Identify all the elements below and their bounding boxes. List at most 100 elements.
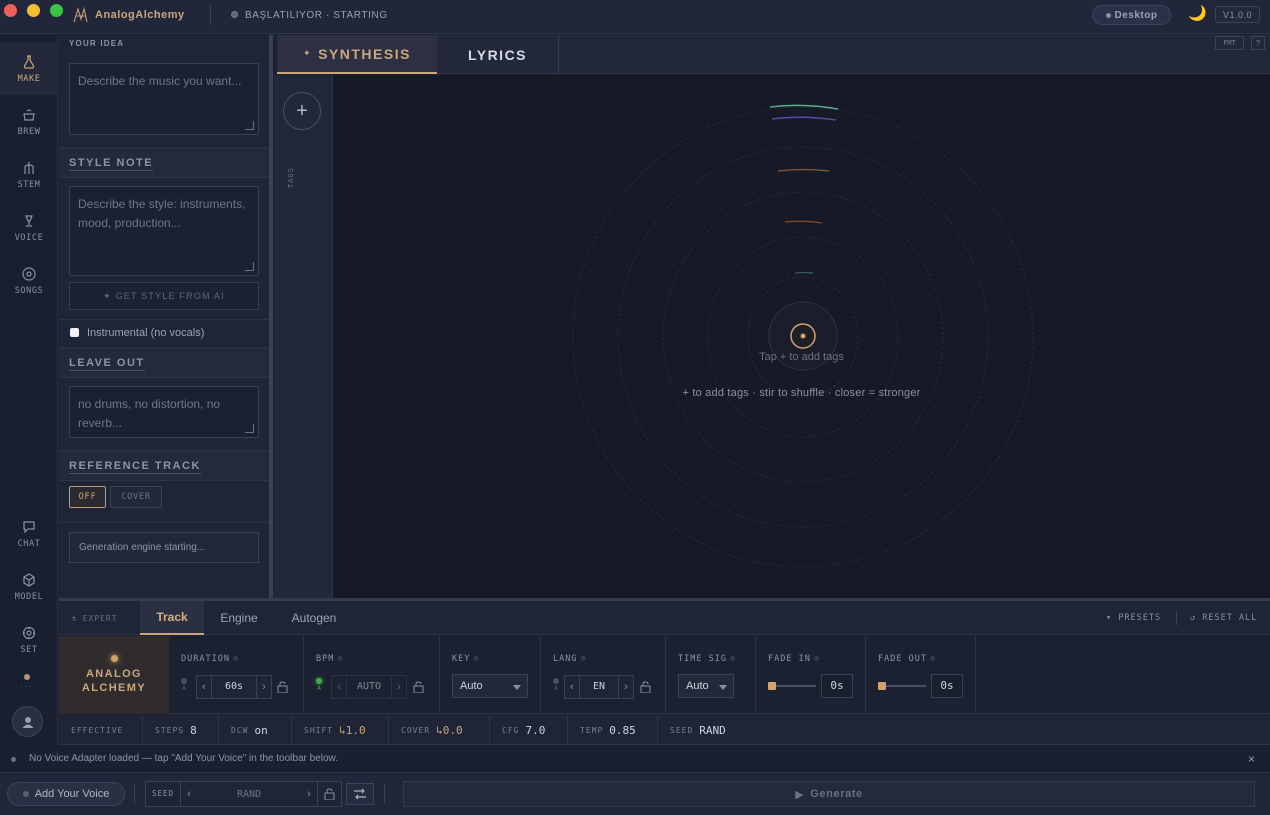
tab-track[interactable]: Track bbox=[140, 601, 204, 635]
reset-all-button[interactable]: ↺ RESET ALL bbox=[1190, 613, 1257, 623]
leave-out-input[interactable]: no drums, no distortion, no reverb... bbox=[69, 386, 259, 438]
sidebar-item-label: SET bbox=[20, 644, 38, 655]
info-icon[interactable]: ⊙ bbox=[730, 654, 736, 664]
tag-strip: + TAGS bbox=[274, 75, 333, 598]
get-style-from-ai-button[interactable]: ✦ GET STYLE FROM AI bbox=[69, 282, 259, 310]
increment-button[interactable]: › bbox=[619, 681, 633, 693]
tab-engine[interactable]: Engine bbox=[204, 601, 274, 635]
sidebar-item-songs[interactable]: SONGS bbox=[0, 255, 58, 307]
sidebar-item-model[interactable]: MODEL bbox=[0, 561, 58, 613]
auto-toggle[interactable]: A bbox=[553, 678, 559, 693]
instrumental-checkbox[interactable] bbox=[70, 328, 79, 337]
bpm-stepper[interactable]: ‹ AUTO › bbox=[331, 675, 407, 699]
instrumental-label[interactable]: Instrumental (no vocals) bbox=[87, 327, 204, 339]
lock-open-icon[interactable] bbox=[277, 681, 288, 694]
resize-grip-icon[interactable] bbox=[245, 424, 254, 433]
seed-value[interactable]: RAND bbox=[197, 789, 301, 800]
sidebar-item-voice[interactable]: VOICE bbox=[0, 202, 58, 254]
sidebar-item-stem[interactable]: STEM bbox=[0, 149, 58, 201]
fade-out-cell: FADE OUT ⊙ 0s bbox=[866, 636, 976, 714]
increment-button[interactable]: › bbox=[257, 681, 271, 693]
slider-thumb[interactable] bbox=[768, 682, 776, 690]
info-icon[interactable]: ⊙ bbox=[337, 654, 343, 664]
divider bbox=[134, 784, 135, 804]
fade-out-value[interactable]: 0s bbox=[931, 674, 963, 698]
effective-key: SEED bbox=[670, 725, 694, 735]
leave-out-label: LEAVE OUT bbox=[69, 357, 145, 371]
reference-cover-button[interactable]: COVER bbox=[110, 486, 162, 508]
decrement-button[interactable]: ‹ bbox=[332, 681, 346, 693]
key-select[interactable]: Auto bbox=[452, 674, 528, 698]
leave-out-placeholder: no drums, no distortion, no reverb... bbox=[78, 397, 221, 430]
instrumental-row: Instrumental (no vocals) bbox=[59, 319, 270, 347]
app-name: AnalogAlchemy bbox=[95, 9, 185, 21]
auto-toggle[interactable]: A bbox=[316, 678, 322, 693]
decrement-button[interactable]: ‹ bbox=[197, 681, 211, 693]
presets-button[interactable]: ▾ PRESETS bbox=[1106, 613, 1161, 623]
version-badge[interactable]: V1.0.0 bbox=[1215, 6, 1260, 23]
tab-lyrics[interactable]: LYRICS bbox=[437, 35, 559, 74]
notice-dot-icon bbox=[11, 757, 16, 762]
sidebar-item-set[interactable]: SET bbox=[0, 614, 58, 666]
resize-grip-icon[interactable] bbox=[245, 121, 254, 130]
window-maximize-button[interactable] bbox=[50, 4, 63, 17]
slider-thumb[interactable] bbox=[878, 682, 886, 690]
decrement-button[interactable]: ‹ bbox=[565, 681, 579, 693]
window-close-button[interactable] bbox=[4, 4, 17, 17]
settings-icon bbox=[21, 626, 37, 640]
effective-value: 7.0 bbox=[525, 723, 546, 737]
your-idea-label: YOUR IDEA bbox=[69, 39, 125, 48]
synthesis-canvas[interactable]: Tap + to add tags + to add tags · stir t… bbox=[333, 75, 1270, 598]
seed-next-button[interactable]: › bbox=[301, 788, 317, 800]
avatar[interactable] bbox=[12, 706, 43, 737]
format-button[interactable]: FMT bbox=[1215, 36, 1244, 50]
info-icon[interactable]: ⊙ bbox=[580, 654, 586, 664]
shuffle-button[interactable] bbox=[346, 783, 374, 805]
disc-icon bbox=[21, 266, 37, 281]
reference-off-button[interactable]: OFF bbox=[69, 486, 106, 508]
help-button[interactable]: ? bbox=[1251, 36, 1265, 50]
desktop-mode-button[interactable]: Desktop bbox=[1092, 5, 1171, 25]
bottom-toolbar: Add Your Voice SEED ‹ RAND › ▶ Generate bbox=[0, 774, 1270, 815]
time-sig-select[interactable]: Auto bbox=[678, 674, 734, 698]
style-note-input[interactable]: Describe the style: instruments, mood, p… bbox=[69, 186, 259, 276]
seed-prev-button[interactable]: ‹ bbox=[181, 788, 197, 800]
increment-button[interactable]: › bbox=[392, 681, 406, 693]
fade-out-slider[interactable] bbox=[878, 682, 926, 690]
auto-dot-icon bbox=[553, 678, 559, 684]
resize-grip-icon[interactable] bbox=[245, 262, 254, 271]
notice-text: No Voice Adapter loaded — tap "Add Your … bbox=[29, 753, 338, 764]
info-icon[interactable]: ⊙ bbox=[814, 654, 820, 664]
auto-toggle[interactable]: A bbox=[181, 678, 187, 693]
chevron-down-icon bbox=[513, 685, 521, 690]
lock-open-icon[interactable] bbox=[640, 681, 651, 694]
fade-in-value[interactable]: 0s bbox=[821, 674, 853, 698]
add-your-voice-button[interactable]: Add Your Voice bbox=[7, 782, 125, 806]
effective-key: TEMP bbox=[580, 725, 604, 735]
style-note-placeholder: Describe the style: instruments, mood, p… bbox=[78, 197, 246, 230]
lang-stepper[interactable]: ‹ EN › bbox=[564, 675, 634, 699]
generate-button[interactable]: ▶ Generate bbox=[403, 781, 1255, 807]
sidebar-item-brew[interactable]: BREW bbox=[0, 96, 58, 148]
sidebar-item-chat[interactable]: CHAT bbox=[0, 508, 58, 560]
info-icon[interactable]: ⊙ bbox=[473, 654, 479, 664]
lock-open-icon[interactable] bbox=[413, 681, 424, 694]
seed-lock-icon[interactable] bbox=[317, 782, 341, 806]
left-panel-scrollbar[interactable] bbox=[269, 35, 273, 598]
info-icon[interactable]: ⊙ bbox=[233, 654, 239, 664]
tap-hint-text: Tap + to add tags bbox=[759, 351, 844, 363]
leave-out-header: LEAVE OUT bbox=[59, 347, 270, 378]
tab-autogen[interactable]: Autogen bbox=[274, 601, 354, 635]
seed-stepper[interactable]: SEED ‹ RAND › bbox=[145, 781, 342, 807]
theme-moon-icon[interactable]: 🌙 bbox=[1188, 6, 1207, 22]
duration-stepper[interactable]: ‹ 60s › bbox=[196, 675, 272, 699]
fade-in-slider[interactable] bbox=[768, 682, 816, 690]
your-idea-input[interactable]: Describe the music you want... bbox=[69, 63, 259, 135]
tab-synthesis[interactable]: ✦ SYNTHESIS bbox=[277, 35, 437, 74]
sidebar-item-make[interactable]: MAKE bbox=[0, 43, 58, 95]
window-minimize-button[interactable] bbox=[27, 4, 40, 17]
info-icon[interactable]: ⊙ bbox=[930, 654, 936, 664]
close-icon[interactable]: × bbox=[1248, 752, 1255, 766]
add-tag-button[interactable]: + bbox=[283, 92, 321, 130]
sidebar-item-label: STEM bbox=[17, 179, 41, 190]
